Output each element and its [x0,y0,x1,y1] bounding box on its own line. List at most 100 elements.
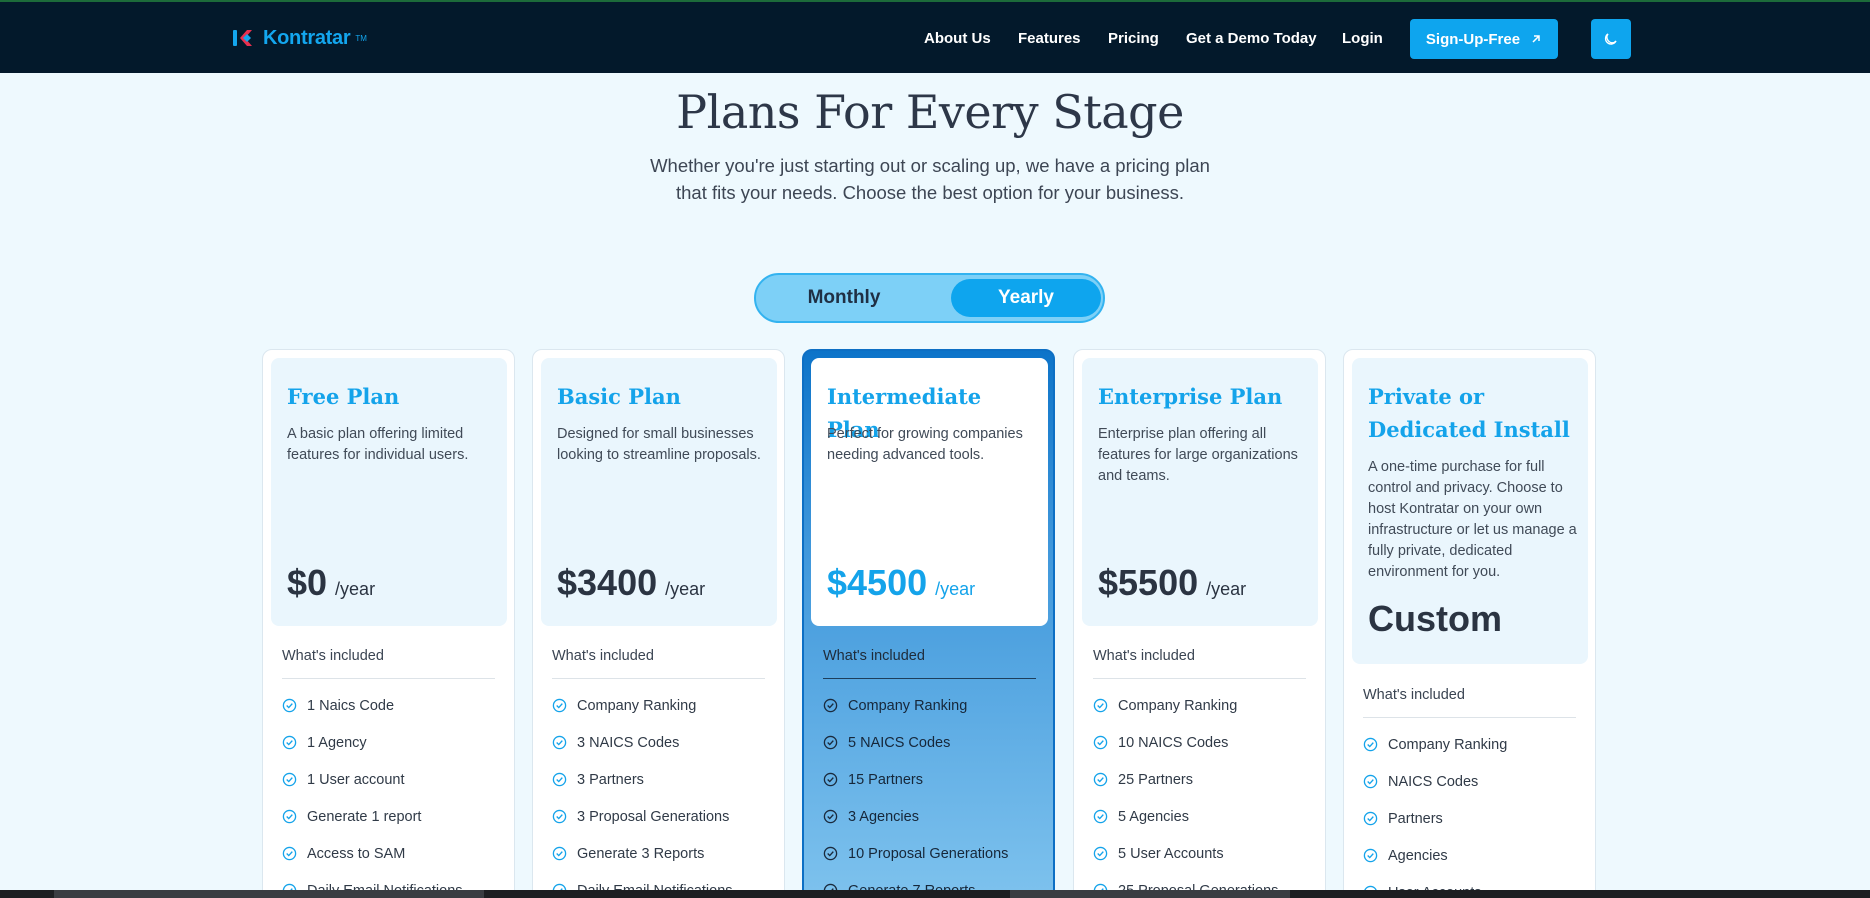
feature-item: 5 NAICS Codes [823,724,1043,761]
feature-text: Company Ranking [848,697,968,714]
nav-link-login[interactable]: Login [1342,30,1383,47]
feature-item: 10 Proposal Generations [823,835,1043,872]
feature-item: Company Ranking [1363,726,1583,763]
feature-text: Company Ranking [1388,736,1508,753]
plan-price: $0 [287,562,328,603]
feature-list: Company Ranking NAICS Codes Partners Age… [1363,726,1583,898]
check-circle-icon [823,809,838,824]
arrow-up-right-icon [1532,35,1540,43]
check-circle-icon [1093,735,1108,750]
plan-price: $3400 [557,562,658,603]
feature-item: 1 Naics Code [282,687,502,724]
plan-price: $5500 [1098,562,1199,603]
theme-toggle-button[interactable] [1591,19,1631,59]
check-circle-icon [552,698,567,713]
plan-name: Basic Plan [557,384,681,409]
check-circle-icon [1093,846,1108,861]
check-circle-icon [552,735,567,750]
check-circle-icon [823,698,838,713]
feature-list: 1 Naics Code 1 Agency 1 User account Gen… [282,687,502,898]
plan-period: /year [935,579,976,599]
page-subtitle: Whether you're just starting out or scal… [650,155,1210,203]
feature-item: 1 User account [282,761,502,798]
page-title: Plans For Every Stage [676,85,1184,139]
feature-item: 3 Proposal Generations [552,798,772,835]
check-circle-icon [1363,737,1378,752]
whats-included-label: What's included [1093,648,1306,679]
plan-period: /year [335,579,376,599]
feature-text: 10 Proposal Generations [848,845,1009,862]
signup-free-button[interactable]: Sign-Up-Free [1410,19,1558,59]
feature-text: Company Ranking [1118,697,1238,714]
feature-item: Company Ranking [1093,687,1313,724]
feature-item: 5 Agencies [1093,798,1313,835]
check-circle-icon [823,735,838,750]
feature-text: 15 Partners [848,771,923,788]
nav-link-get-demo[interactable]: Get a Demo Today [1186,30,1317,47]
feature-item: Partners [1363,800,1583,837]
billing-period-toggle: Monthly Yearly [754,273,1105,323]
check-circle-icon [282,735,297,750]
plan-price: Custom [1368,598,1502,639]
feature-text: 3 Agencies [848,808,919,825]
nav-link-pricing[interactable]: Pricing [1108,30,1159,47]
whats-included-label: What's included [552,648,765,679]
feature-item: 15 Partners [823,761,1043,798]
feature-item: Agencies [1363,837,1583,874]
toggle-monthly[interactable]: Monthly [769,279,919,317]
feature-item: Company Ranking [552,687,772,724]
plan-card-header: Intermediate Plan Perfect for growing co… [811,358,1048,626]
feature-text: 1 Agency [307,734,367,751]
plan-price: $4500 [827,562,928,603]
feature-text: 25 Partners [1118,771,1193,788]
plan-name: Free Plan [287,384,400,409]
check-circle-icon [282,846,297,861]
feature-text: NAICS Codes [1388,773,1479,790]
plan-card-header: Free Plan A basic plan offering limited … [271,358,507,626]
plan-price-row: $0 /year [287,562,375,604]
plan-description: Enterprise plan offering all features fo… [1098,426,1298,484]
plan-description: A basic plan offering limited features f… [287,426,469,463]
check-circle-icon [282,698,297,713]
whats-included-label: What's included [823,648,1036,679]
plan-card-basic: Basic Plan Designed for small businesses… [532,349,785,898]
feature-item: 25 Partners [1093,761,1313,798]
feature-item: 10 NAICS Codes [1093,724,1313,761]
feature-item: Access to SAM [282,835,502,872]
feature-item: Company Ranking [823,687,1043,724]
check-circle-icon [823,846,838,861]
taskbar-segment [54,890,484,898]
moon-icon [1604,33,1617,45]
nav-link-features[interactable]: Features [1018,30,1081,47]
plan-description: A one-time purchase for full control and… [1368,459,1577,580]
feature-text: 5 Agencies [1118,808,1189,825]
feature-list: Company Ranking 3 NAICS Codes 3 Partners… [552,687,772,898]
plan-card-header: Basic Plan Designed for small businesses… [541,358,777,626]
feature-text: 10 NAICS Codes [1118,734,1229,751]
feature-item: NAICS Codes [1363,763,1583,800]
feature-text: Generate 3 Reports [577,845,705,862]
toggle-yearly[interactable]: Yearly [951,279,1101,317]
check-circle-icon [1363,848,1378,863]
check-circle-icon [1093,772,1108,787]
plan-name: Enterprise Plan [1098,384,1283,409]
signup-button-label: Sign-Up-Free [1425,30,1521,48]
plan-price-row: $3400 /year [557,562,705,604]
plan-card-private-install: Private or Dedicated Install A one-time … [1343,349,1596,898]
feature-text: Agencies [1388,847,1448,864]
nav-links: About Us Features Pricing Get a Demo Tod… [0,2,1870,75]
whats-included-label: What's included [282,648,495,679]
plan-period: /year [1206,579,1247,599]
feature-item: 5 User Accounts [1093,835,1313,872]
feature-text: Access to SAM [307,845,406,862]
feature-text: 3 Partners [577,771,644,788]
feature-item: 3 NAICS Codes [552,724,772,761]
feature-text: 5 NAICS Codes [848,734,951,751]
feature-text: 5 User Accounts [1118,845,1224,862]
nav-link-about-us[interactable]: About Us [924,30,991,47]
plan-description: Designed for small businesses looking to… [557,426,761,463]
check-circle-icon [1093,809,1108,824]
feature-item: 3 Agencies [823,798,1043,835]
check-circle-icon [1363,811,1378,826]
check-circle-icon [282,809,297,824]
